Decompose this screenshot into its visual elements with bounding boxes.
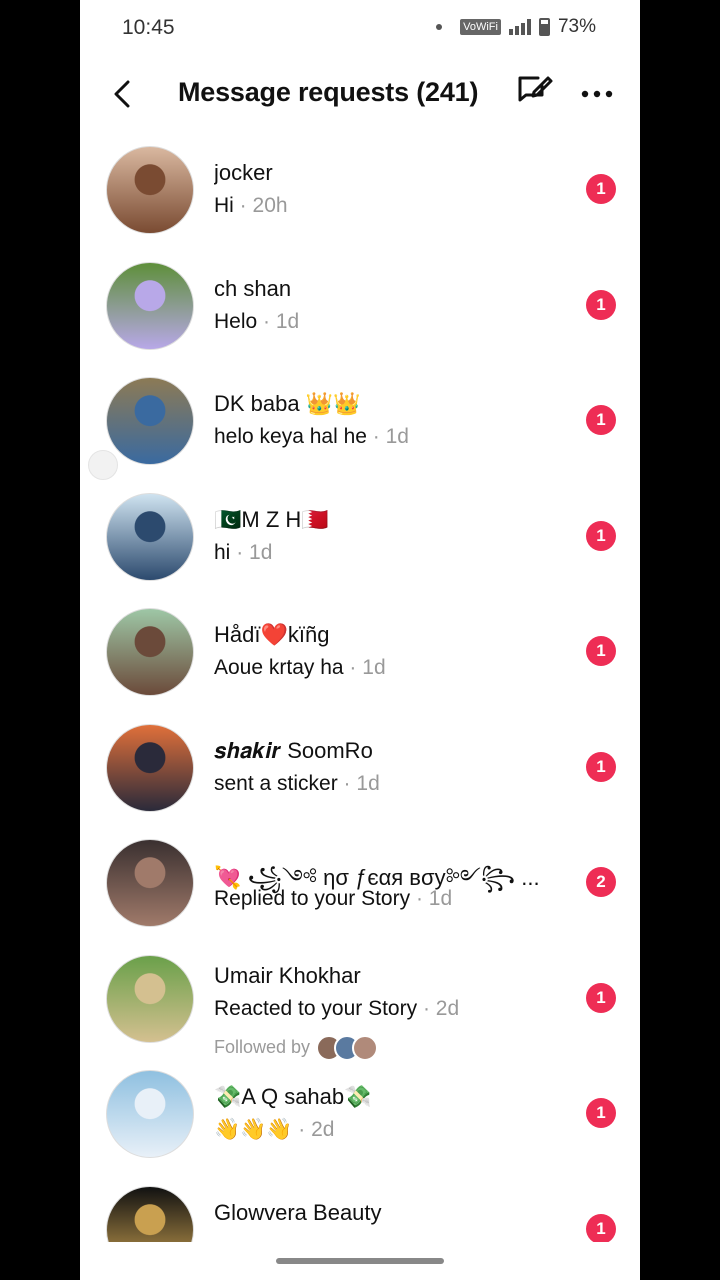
- battery-level: 73%: [557, 16, 596, 37]
- avatar[interactable]: [106, 1185, 194, 1242]
- status-bar: 10:45 VoWiFi 73%: [80, 0, 640, 56]
- message-request-list: jocker Hi · 20h 1 ch shan Helo · 1d 1 DK baba …: [80, 130, 640, 1242]
- status-time: 10:45: [122, 16, 175, 39]
- request-row[interactable]: DK baba 👑👑 helo keya hal he · 1d 1: [80, 377, 640, 492]
- avatar[interactable]: [106, 377, 194, 465]
- page-title: Message requests (241): [178, 77, 479, 107]
- unread-count-badge: 1: [586, 982, 616, 1013]
- mutual-avatar: [352, 1034, 379, 1061]
- status-icons: VoWiFi 73%: [436, 16, 596, 38]
- message-text: sent a sticker: [214, 771, 338, 795]
- separator-dot: ·: [230, 540, 250, 564]
- app-screen: 10:45 VoWiFi 73% Message requests (241) …: [80, 0, 640, 1280]
- separator-dot: ·: [292, 1118, 312, 1141]
- request-row[interactable]: ch shan Helo · 1d 1: [80, 261, 640, 377]
- avatar[interactable]: [106, 608, 194, 696]
- sender-name: ch shan: [214, 275, 292, 301]
- message-preview: Helo · 1d: [214, 310, 299, 334]
- avatar[interactable]: [106, 492, 194, 581]
- request-row[interactable]: Hådï❤️kïñg Aoue krtay ha · 1d 1: [80, 608, 640, 723]
- avatar[interactable]: [106, 261, 194, 350]
- message-time: 2d: [435, 996, 460, 1020]
- unread-count-badge: 2: [586, 867, 616, 897]
- avatar[interactable]: [106, 954, 194, 1043]
- request-row[interactable]: 🇵🇰M Z H🇧🇭 hi · 1d 1: [80, 492, 640, 608]
- signal-icon: [508, 19, 531, 35]
- separator-dot: ·: [257, 309, 276, 333]
- sender-name: jocker: [214, 160, 273, 185]
- touch-indicator: [88, 450, 118, 480]
- compose-message-icon[interactable]: [514, 70, 554, 110]
- avatar[interactable]: [106, 839, 194, 927]
- message-time: 20h: [252, 194, 288, 217]
- sender-name: Glowvera Beauty: [214, 1199, 382, 1225]
- message-text: Hi: [214, 194, 234, 217]
- separator-dot: ·: [233, 194, 253, 217]
- followed-by: Followed by: [214, 1034, 379, 1061]
- message-preview: Reacted to your Story · 2d: [214, 997, 459, 1021]
- message-time: 1d: [362, 656, 386, 679]
- sender-name: 🇵🇰M Z H🇧🇭: [214, 506, 329, 532]
- avatar[interactable]: [106, 723, 194, 812]
- home-indicator[interactable]: [276, 1258, 444, 1264]
- sender-name: Hådï❤️kïñg: [214, 622, 330, 647]
- request-row[interactable]: 𝒔𝒉𝒂𝒌𝒊𝒓 SoomRo sent a sticker · 1d 1: [80, 723, 640, 839]
- request-row[interactable]: Umair Khokhar Reacted to your Story · 2d F…: [80, 954, 640, 1070]
- message-time: 1d: [356, 771, 380, 795]
- separator-dot: ·: [417, 996, 436, 1020]
- unread-count-badge: 1: [586, 636, 616, 666]
- message-preview: Aoue krtay ha · 1d: [214, 656, 386, 680]
- message-preview: 👋👋👋 · 2d: [214, 1118, 334, 1142]
- unread-count-badge: 1: [586, 1098, 616, 1128]
- message-text: helo keya hal he: [214, 425, 367, 448]
- battery-icon: [538, 18, 550, 36]
- separator-dot: ·: [366, 425, 386, 448]
- request-row[interactable]: 💸A Q sahab💸 👋👋👋 · 2d 1: [80, 1070, 640, 1185]
- mutual-avatars: [316, 1034, 379, 1061]
- separator-dot: ·: [337, 771, 357, 795]
- unread-count-badge: 1: [586, 405, 616, 435]
- message-time: 1d: [385, 425, 409, 448]
- notification-dot-icon: [436, 24, 443, 30]
- back-arrow-icon[interactable]: [106, 76, 142, 112]
- request-row[interactable]: Glowvera Beauty 1: [80, 1185, 640, 1242]
- followed-by-label: Followed by: [214, 1037, 311, 1057]
- avatar[interactable]: [106, 146, 194, 234]
- request-row[interactable]: 💘 ꧁༺ ησ ƒєαя вσу༻꧂ ... Replied to your St…: [80, 839, 640, 954]
- message-text: 👋👋👋: [214, 1118, 293, 1141]
- message-preview: hi · 1d: [214, 541, 272, 565]
- message-text: hi: [214, 540, 231, 564]
- message-text: Helo: [214, 309, 258, 333]
- separator-dot: ·: [343, 656, 363, 679]
- message-time: 1d: [275, 309, 300, 333]
- request-row[interactable]: jocker Hi · 20h 1: [80, 146, 640, 261]
- unread-count-badge: 1: [586, 751, 616, 782]
- message-time: 1d: [428, 887, 453, 910]
- message-preview: sent a sticker · 1d: [214, 772, 380, 796]
- separator-dot: ·: [410, 887, 429, 910]
- avatar[interactable]: [106, 1070, 194, 1158]
- vowifi-icon: VoWiFi: [460, 19, 501, 35]
- message-time: 1d: [249, 540, 273, 564]
- more-options-icon[interactable]: [580, 76, 614, 112]
- sender-name: DK baba 👑👑: [214, 391, 361, 416]
- unread-count-badge: 1: [586, 174, 616, 204]
- sender-name: 𝒔𝒉𝒂𝒌𝒊𝒓 SoomRo: [214, 737, 373, 763]
- sender-name: Umair Khokhar: [214, 962, 361, 988]
- message-time: 2d: [311, 1118, 335, 1141]
- header-bar: Message requests (241): [80, 64, 640, 124]
- unread-count-badge: 1: [586, 289, 616, 320]
- message-preview: Hi · 20h: [214, 194, 288, 218]
- sender-name: 💸A Q sahab💸: [214, 1084, 372, 1109]
- message-text: Aoue krtay ha: [214, 656, 344, 679]
- message-text: Reacted to your Story: [214, 996, 418, 1020]
- unread-count-badge: 1: [586, 520, 616, 551]
- unread-count-badge: 1: [586, 1213, 616, 1242]
- message-preview: Replied to your Story · 1d: [214, 887, 452, 911]
- message-preview: helo keya hal he · 1d: [214, 425, 409, 449]
- message-text: Replied to your Story: [214, 887, 411, 910]
